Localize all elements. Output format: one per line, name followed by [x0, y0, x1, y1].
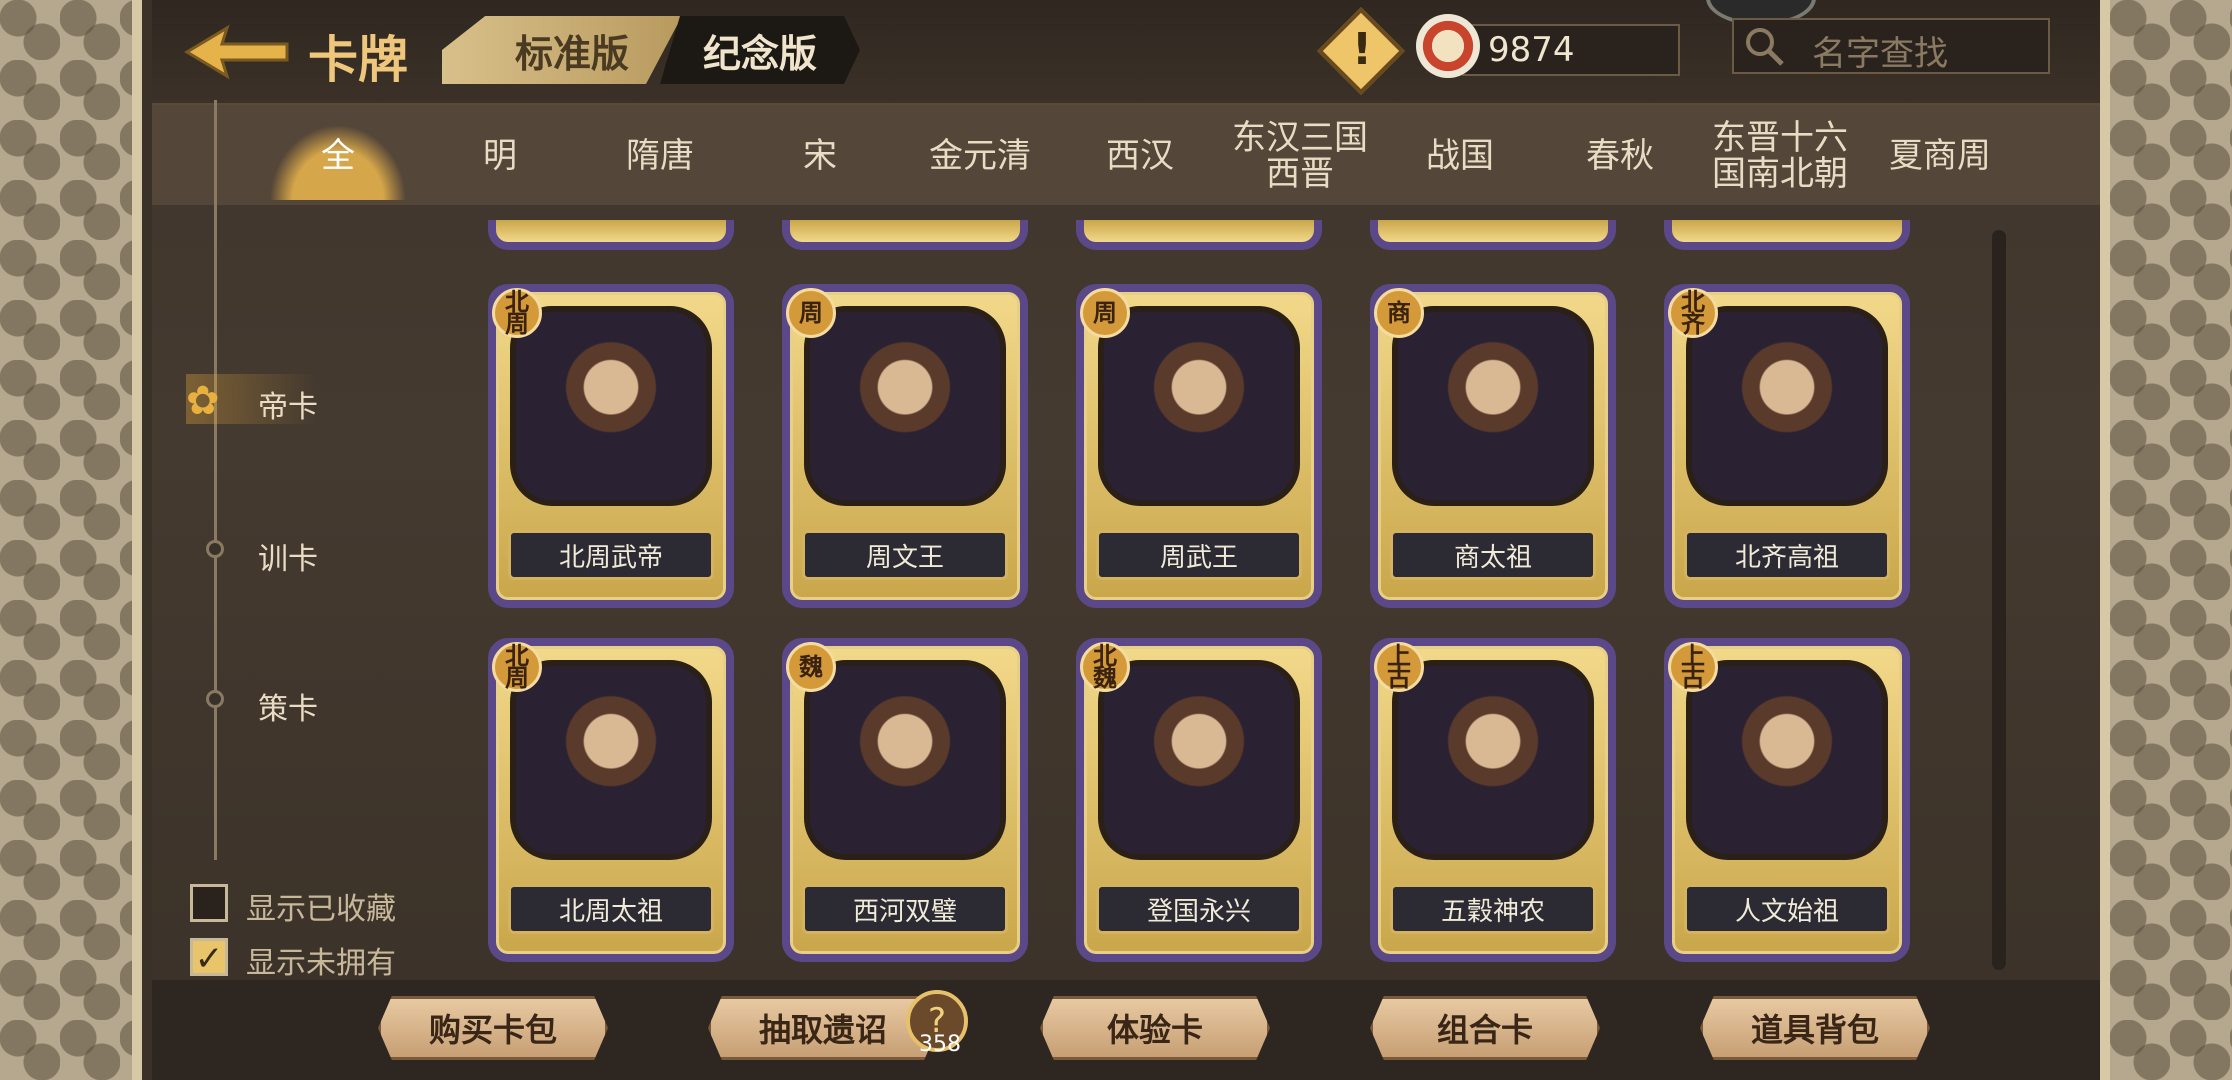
scrollbar[interactable] [1992, 230, 2006, 970]
card[interactable]: 上古 人文始祖 [1664, 638, 1910, 962]
dynasty-badge: 北周 [492, 288, 542, 338]
search-placeholder: 名字查找 [1812, 34, 1948, 74]
card-name: 西河双璧 [802, 884, 1008, 934]
era-tab-donghan[interactable]: 东汉三国 西晋 [1220, 112, 1380, 200]
item-bag-button[interactable]: 道具背包 [1700, 996, 1930, 1060]
dynasty-badge: 周 [1080, 288, 1130, 338]
filter-collected-label: 显示已收藏 [246, 892, 396, 927]
era-tab-jinyuanqing[interactable]: 金元清 [910, 112, 1050, 200]
era-tab-song[interactable]: 宋 [760, 112, 880, 200]
left-decor-panel [0, 0, 142, 1080]
tab-standard[interactable]: 标准版 [442, 16, 682, 84]
portrait-image [510, 306, 712, 506]
trial-card-button[interactable]: 体验卡 [1040, 996, 1270, 1060]
card-stub [488, 220, 734, 250]
back-arrow-icon[interactable] [182, 22, 292, 82]
portrait-image [804, 306, 1006, 506]
card-name: 登国永兴 [1096, 884, 1302, 934]
card-name: 商太祖 [1390, 530, 1596, 580]
nav-dot [206, 690, 224, 708]
card[interactable]: 周 周文王 [782, 284, 1028, 608]
draw-edict-button[interactable]: 抽取遗诏 [708, 996, 938, 1060]
combo-card-button[interactable]: 组合卡 [1370, 996, 1600, 1060]
currency-icon [1416, 14, 1480, 78]
card-name: 周武王 [1096, 530, 1302, 580]
filter-collected-checkbox[interactable] [190, 884, 228, 922]
nav-dot [206, 540, 224, 558]
dynasty-badge: 上古 [1668, 642, 1718, 692]
card[interactable]: 魏 西河双璧 [782, 638, 1028, 962]
card-stub [782, 220, 1028, 250]
portrait-image [1098, 660, 1300, 860]
card-stub [1664, 220, 1910, 250]
nav-item-strategy-card[interactable]: 策卡 [258, 684, 318, 728]
page-title: 卡牌 [308, 31, 408, 89]
tab-commemorative[interactable]: 纪念版 [660, 16, 860, 84]
lottery-count: 358 [919, 1032, 961, 1057]
portrait-image [1686, 660, 1888, 860]
dynasty-badge: 北齐 [1668, 288, 1718, 338]
card-name: 周文王 [802, 530, 1008, 580]
warning-mark: ! [1351, 24, 1373, 75]
portrait-image [510, 660, 712, 860]
currency-value: 9874 [1488, 30, 1575, 70]
card-name: 五穀神农 [1390, 884, 1596, 934]
card-name: 北周太祖 [508, 884, 714, 934]
dynasty-badge: 周 [786, 288, 836, 338]
card-name: 北周武帝 [508, 530, 714, 580]
portrait-image [1686, 306, 1888, 506]
card[interactable]: 北齐 北齐高祖 [1664, 284, 1910, 608]
buy-pack-button[interactable]: 购买卡包 [378, 996, 608, 1060]
dynasty-badge: 上古 [1374, 642, 1424, 692]
card[interactable]: 上古 五穀神农 [1370, 638, 1616, 962]
card[interactable]: 北魏 登国永兴 [1076, 638, 1322, 962]
nav-item-emperor-card[interactable]: 帝卡 [258, 382, 318, 426]
dynasty-badge: 北周 [492, 642, 542, 692]
portrait-image [1392, 660, 1594, 860]
right-decor-panel [2100, 0, 2232, 1080]
era-tab-ming[interactable]: 明 [440, 112, 560, 200]
filter-unowned-label: 显示未拥有 [246, 946, 396, 981]
card-name: 人文始祖 [1684, 884, 1890, 934]
era-tab-all[interactable]: 全 [258, 112, 418, 200]
dynasty-badge: 魏 [786, 642, 836, 692]
nav-line [214, 100, 217, 860]
nav-item-training-card[interactable]: 训卡 [258, 534, 318, 578]
era-tab-dongjin[interactable]: 东晋十六 国南北朝 [1700, 112, 1860, 200]
card-name: 北齐高祖 [1684, 530, 1890, 580]
dynasty-badge: 北魏 [1080, 642, 1130, 692]
portrait-image [804, 660, 1006, 860]
era-tab-xiashangzhou[interactable]: 夏商周 [1870, 112, 2010, 200]
card-stub [1076, 220, 1322, 250]
era-tab-xihan[interactable]: 西汉 [1080, 112, 1200, 200]
card[interactable]: 北周 北周武帝 [488, 284, 734, 608]
era-tab-chunqiu[interactable]: 春秋 [1560, 112, 1680, 200]
card[interactable]: 周 周武王 [1076, 284, 1322, 608]
card-stub [1370, 220, 1616, 250]
card[interactable]: 北周 北周太祖 [488, 638, 734, 962]
filter-unowned-checkbox[interactable]: ✓ [190, 938, 228, 977]
search-icon [1742, 24, 1786, 68]
portrait-image [1098, 306, 1300, 506]
card[interactable]: 商 商太祖 [1370, 284, 1616, 608]
lotus-icon: ✿ [186, 378, 220, 424]
era-tab-suitang[interactable]: 隋唐 [600, 112, 720, 200]
era-tab-zhanguo[interactable]: 战国 [1400, 112, 1520, 200]
portrait-image [1392, 306, 1594, 506]
dynasty-badge: 商 [1374, 288, 1424, 338]
